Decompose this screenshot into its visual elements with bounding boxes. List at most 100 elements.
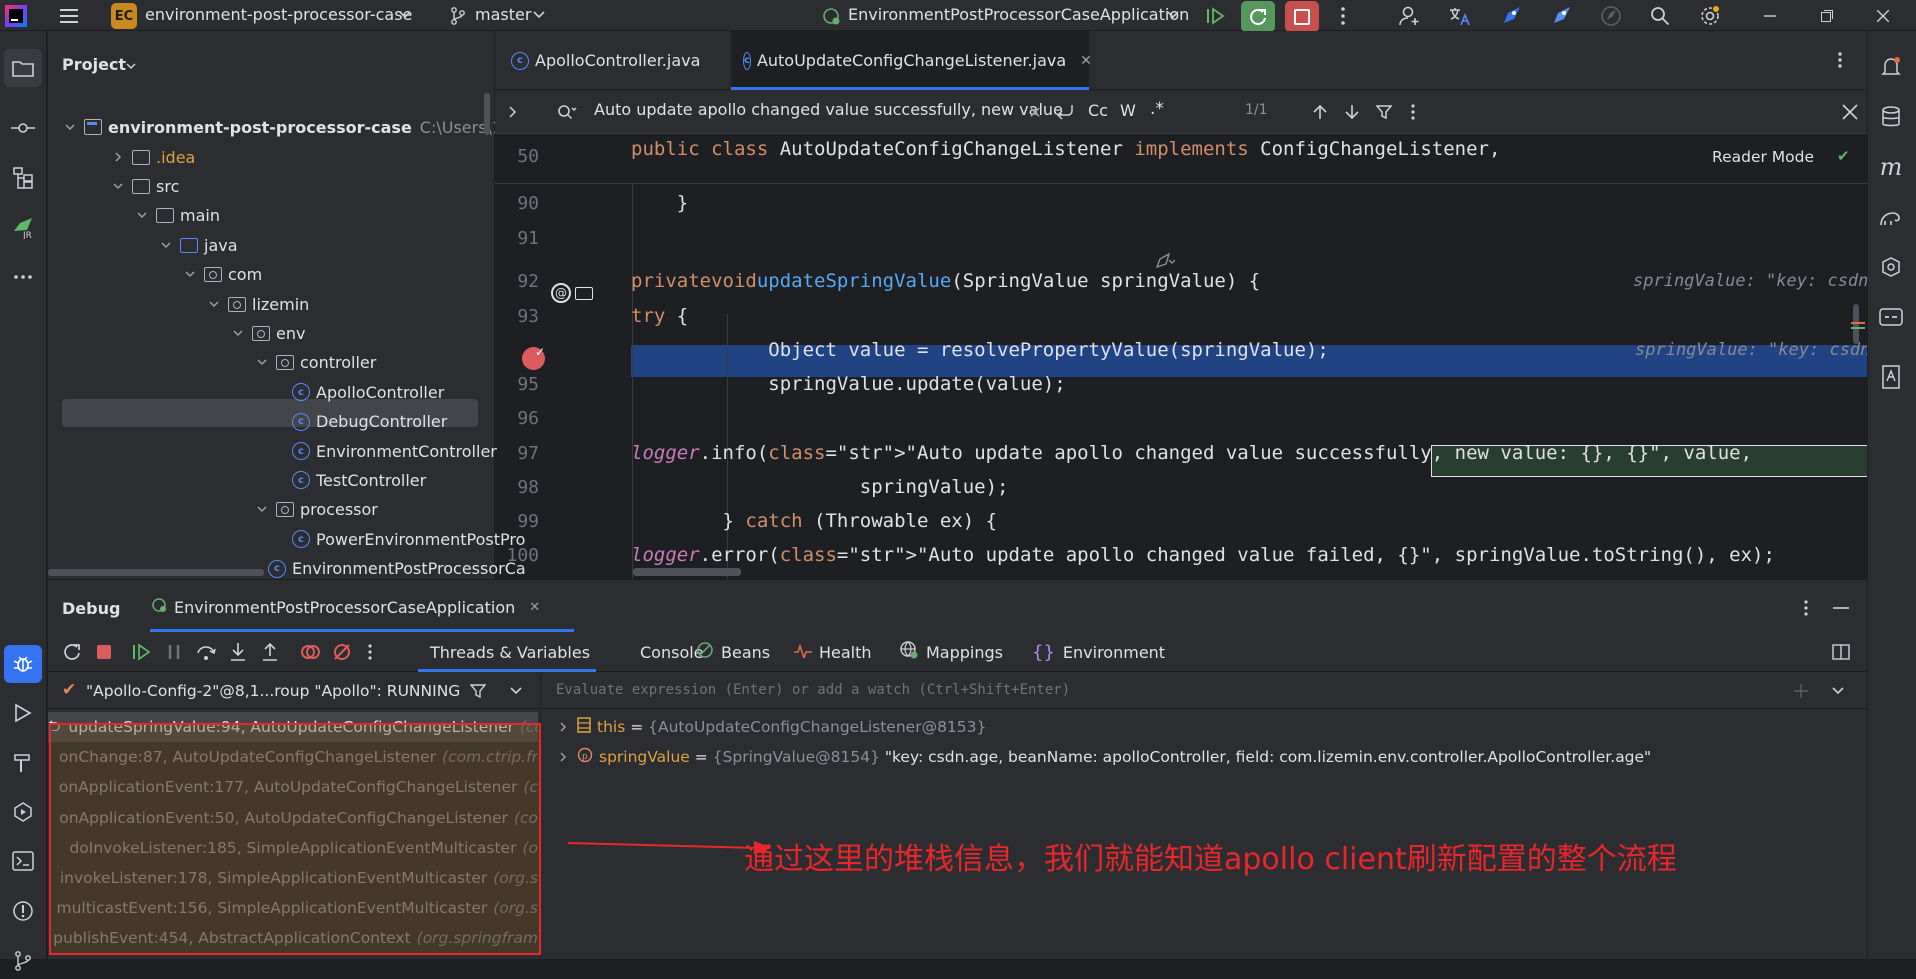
tree-root[interactable]: environment-post-processor-case C:\Users…: [62, 113, 548, 141]
chevron-down-icon[interactable]: [134, 208, 150, 224]
tree-vertical-scrollbar[interactable]: [484, 93, 490, 135]
regex-toggle[interactable]: .*: [1150, 99, 1164, 119]
gradle-icon[interactable]: [1868, 199, 1914, 235]
evaluate-expression-bar[interactable]: Evaluate expression (Enter) or add a wat…: [542, 673, 1867, 709]
tree-item-processor[interactable]: processor: [254, 496, 378, 524]
find-input[interactable]: Auto update apollo changed value success…: [594, 100, 1063, 119]
tree-item-com[interactable]: com: [182, 261, 262, 289]
thread-selector[interactable]: ✔ "Apollo-Config-2"@8,1...roup "Apollo":…: [48, 673, 541, 709]
variable-row[interactable]: this = {AutoUpdateConfigChangeListener@8…: [560, 712, 986, 742]
more-debug-actions-icon[interactable]: [362, 640, 378, 664]
problems-icon[interactable]: [0, 893, 46, 929]
terminal-icon[interactable]: [0, 843, 46, 879]
previous-match-arrow-icon[interactable]: [1309, 102, 1331, 122]
tree-item-testcontroller[interactable]: c TestController: [292, 466, 426, 494]
expand-replace-chevron-icon[interactable]: [503, 102, 523, 122]
project-badge[interactable]: EC: [111, 3, 137, 29]
main-menu-icon[interactable]: [54, 3, 84, 29]
plugin-rocket-alt-icon[interactable]: [1547, 3, 1575, 29]
chevron-right-icon[interactable]: [110, 149, 126, 165]
words-toggle[interactable]: W: [1120, 101, 1136, 120]
rerun-icon[interactable]: [60, 640, 84, 664]
chevron-right-icon[interactable]: [560, 748, 567, 766]
find-more-icon[interactable]: [1402, 102, 1424, 122]
project-name-dropdown[interactable]: environment-post-processor-case: [145, 5, 412, 24]
tree-item-lizemin[interactable]: lizemin: [206, 290, 309, 318]
step-into-icon[interactable]: [226, 640, 250, 664]
notifications-bell-icon[interactable]: [1868, 49, 1914, 85]
close-session-icon[interactable]: ✕: [529, 600, 540, 615]
tree-item-java[interactable]: java: [158, 231, 238, 259]
branch-dropdown[interactable]: master: [475, 5, 531, 24]
plugin-rocket-icon[interactable]: [1497, 3, 1525, 29]
commit-icon[interactable]: [0, 110, 46, 146]
chevron-down-icon[interactable]: [110, 178, 126, 194]
stack-frame[interactable]: onApplicationEvent:177, AutoUpdateConfig…: [48, 772, 538, 802]
translate-icon[interactable]: [1446, 3, 1474, 29]
run-icon[interactable]: [0, 695, 46, 731]
stop-button[interactable]: [1285, 1, 1319, 32]
endpoints-icon[interactable]: [1868, 299, 1914, 335]
settings-gear-icon[interactable]: [1696, 3, 1724, 29]
stack-frame[interactable]: multicastEvent:156, SimpleApplicationEve…: [48, 893, 538, 923]
debug-options-icon[interactable]: [1796, 598, 1816, 618]
tab-apollo-controller[interactable]: c ApolloController.java: [511, 31, 721, 90]
hide-panel-icon[interactable]: [1830, 598, 1852, 618]
chevron-down-icon[interactable]: [1828, 682, 1848, 700]
stack-frame[interactable]: onChange:87, AutoUpdateConfigChangeListe…: [48, 742, 538, 772]
view-breakpoints-icon[interactable]: [298, 640, 322, 664]
jrebel-icon[interactable]: JR: [0, 209, 46, 245]
stack-frame[interactable]: publishEvent:454, AbstractApplicationCon…: [48, 923, 538, 953]
close-window-icon[interactable]: [1868, 3, 1898, 29]
tree-item-environmentpostprocessorca[interactable]: c EnvironmentPostProcessorCa: [268, 555, 526, 583]
maven-icon[interactable]: m: [1868, 149, 1914, 185]
search-history-icon[interactable]: [555, 102, 579, 122]
close-find-icon[interactable]: [1839, 101, 1861, 123]
tab-mappings[interactable]: Mappings: [899, 632, 1003, 672]
next-match-arrow-icon[interactable]: [1341, 102, 1363, 122]
rerun-debug-button[interactable]: [1241, 1, 1275, 32]
search-icon[interactable]: [1646, 3, 1674, 29]
editor-vertical-scrollbar[interactable]: [1853, 304, 1859, 344]
tab-health[interactable]: Health: [794, 632, 872, 672]
run-config-dropdown[interactable]: EnvironmentPostProcessorCaseApplication: [848, 5, 1189, 24]
mute-breakpoints-icon[interactable]: [330, 640, 354, 664]
tree-item-debugcontroller[interactable]: c DebugController: [292, 408, 447, 436]
tab-environment[interactable]: {} Environment: [1032, 632, 1165, 672]
tree-item-idea[interactable]: .idea: [110, 143, 195, 171]
services-icon[interactable]: [0, 794, 46, 830]
stack-frame[interactable]: ⮌ updateSpringValue:94, AutoUpdateConfigC…: [48, 712, 538, 742]
step-over-icon[interactable]: [194, 640, 218, 664]
pause-icon[interactable]: [162, 640, 186, 664]
plugin-disabled-icon[interactable]: [1597, 3, 1625, 29]
tab-beans[interactable]: Beans: [696, 632, 770, 672]
tree-horizontal-scrollbar[interactable]: [48, 569, 264, 576]
filter-icon[interactable]: [1373, 102, 1395, 122]
structure-icon[interactable]: [0, 160, 46, 196]
chevron-down-icon[interactable]: [230, 325, 246, 341]
add-user-icon[interactable]: [1396, 3, 1424, 29]
reader-mode-toggle[interactable]: Reader Mode: [1712, 148, 1814, 166]
more-tools-icon[interactable]: [0, 259, 46, 295]
debug-session-tab[interactable]: EnvironmentPostProcessorCaseApplication …: [150, 589, 540, 625]
tab-threads-variables[interactable]: Threads & Variables: [430, 632, 590, 672]
chevron-down-icon[interactable]: [254, 355, 270, 371]
stop-icon[interactable]: [92, 640, 116, 664]
close-tab-icon[interactable]: ✕: [1080, 53, 1092, 69]
database-icon[interactable]: [1868, 99, 1914, 135]
chevron-down-icon[interactable]: [254, 502, 270, 518]
tree-item-main[interactable]: main: [134, 202, 220, 230]
step-out-icon[interactable]: [258, 640, 282, 664]
resume-icon[interactable]: [1203, 3, 1229, 29]
endpoint-gutter-icon[interactable]: [575, 287, 593, 300]
stack-frame[interactable]: onApplicationEvent:50, AutoUpdateConfigC…: [48, 803, 538, 833]
chevron-right-icon[interactable]: [560, 718, 567, 736]
new-line-icon[interactable]: [1053, 102, 1077, 122]
tab-console[interactable]: Console: [640, 632, 704, 672]
build-hammer-icon[interactable]: [0, 744, 46, 780]
clear-search-icon[interactable]: ✕: [1025, 102, 1045, 122]
chevron-down-icon[interactable]: [158, 237, 174, 253]
word-book-icon[interactable]: [1868, 359, 1914, 395]
chevron-down-icon[interactable]: [506, 682, 526, 700]
layout-settings-icon[interactable]: [1830, 642, 1852, 662]
